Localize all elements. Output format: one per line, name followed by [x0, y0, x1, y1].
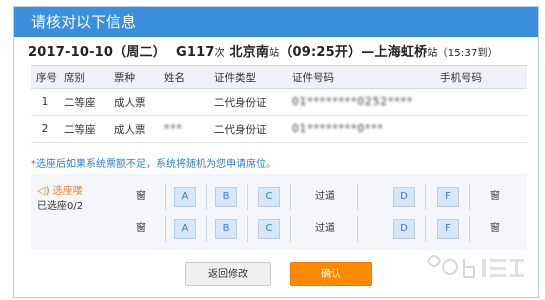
divider — [357, 184, 358, 210]
col-ticket-type: 票种 — [109, 65, 159, 89]
divider — [290, 216, 291, 242]
train-suffix: 次 — [214, 48, 225, 59]
divider — [165, 216, 166, 242]
col-name: 姓名 — [159, 65, 209, 89]
seat-button-f[interactable]: F — [437, 219, 459, 239]
row-id-type: 二代身份证 — [209, 115, 287, 143]
seat-button-b[interactable]: B — [215, 187, 237, 207]
col-seat-class: 席别 — [59, 65, 109, 89]
to-station: 上海虹桥 — [374, 45, 428, 60]
dialog-title: 请核对以下信息 — [14, 7, 538, 37]
confirm-button[interactable]: 确认 — [290, 262, 372, 286]
row-ticket-type: 成人票 — [109, 115, 159, 143]
seat-button-c[interactable]: C — [258, 187, 280, 207]
seat-button-b[interactable]: B — [215, 219, 237, 239]
from-suffix: 站 — [269, 48, 280, 59]
seat-button-f[interactable]: F — [437, 187, 459, 207]
divider — [290, 184, 291, 210]
window-label-left: 窗 — [136, 191, 146, 202]
depart-time: （09:25开）— — [279, 45, 375, 60]
divider — [469, 216, 470, 242]
divider — [206, 216, 207, 242]
back-edit-button[interactable]: 返回修改 — [185, 262, 271, 286]
speaker-icon: ◁) — [37, 184, 50, 197]
seat-selection-panel: ◁) 选座喽 已选座0/2 窗 A B C 过道 D F 窗 窗 A B C 过道… — [31, 174, 527, 250]
col-id-type: 证件类型 — [209, 65, 287, 89]
seat-select-label: ◁) 选座喽 — [37, 184, 83, 197]
divider — [425, 184, 426, 210]
row-name — [159, 88, 209, 116]
row-name: *** — [159, 115, 209, 143]
window-label-right: 窗 — [490, 191, 500, 202]
divider — [165, 184, 166, 210]
row-phone — [435, 115, 527, 143]
aisle-label: 过道 — [315, 223, 335, 234]
row-index: 2 — [31, 115, 59, 143]
table-row: 1 二等座 成人票 二代身份证 01********0252**** — [31, 88, 527, 116]
arrive-time: （15:37到） — [437, 48, 498, 59]
divider — [425, 216, 426, 242]
divider — [469, 184, 470, 210]
col-phone: 手机号码 — [435, 65, 527, 89]
seat-note: *选座后如果系统票额不足，系统将随机为您申请席位。 — [31, 159, 276, 170]
from-station: 北京南 — [229, 45, 270, 60]
row-id-type: 二代身份证 — [209, 88, 287, 116]
row-seat-class: 二等座 — [59, 115, 109, 143]
aisle-label: 过道 — [315, 191, 335, 202]
row-id-number: 01********0252**** — [287, 88, 435, 116]
table-header-row: 序号 席别 票种 姓名 证件类型 证件号码 手机号码 — [31, 65, 527, 89]
divider — [206, 184, 207, 210]
divider — [247, 184, 248, 210]
trip-date: 2017-10-10（周二） — [28, 45, 166, 60]
row-ticket-type: 成人票 — [109, 88, 159, 116]
trip-info: 2017-10-10（周二） G117次 北京南站（09:25开）—上海虹桥站（1… — [28, 41, 498, 60]
col-id-number: 证件号码 — [287, 65, 435, 89]
divider — [247, 216, 248, 242]
to-suffix: 站 — [427, 48, 438, 59]
passenger-table: 序号 席别 票种 姓名 证件类型 证件号码 手机号码 1 二等座 成人票 二代身… — [31, 65, 527, 143]
row-id-number: 01********0*** — [287, 115, 435, 143]
train-number: G117 — [175, 45, 215, 60]
seat-button-a[interactable]: A — [174, 219, 196, 239]
row-index: 1 — [31, 88, 59, 116]
row-phone — [435, 88, 527, 116]
seat-button-a[interactable]: A — [174, 187, 196, 207]
table-row: 2 二等座 成人票 *** 二代身份证 01********0*** — [31, 115, 527, 143]
seat-button-c[interactable]: C — [258, 219, 280, 239]
seat-button-d[interactable]: D — [393, 219, 415, 239]
divider — [357, 216, 358, 242]
seat-count: 已选座0/2 — [37, 201, 84, 212]
window-label-right: 窗 — [490, 223, 500, 234]
row-seat-class: 二等座 — [59, 88, 109, 116]
col-index: 序号 — [31, 65, 59, 89]
window-label-left: 窗 — [136, 223, 146, 234]
seat-button-d[interactable]: D — [393, 187, 415, 207]
